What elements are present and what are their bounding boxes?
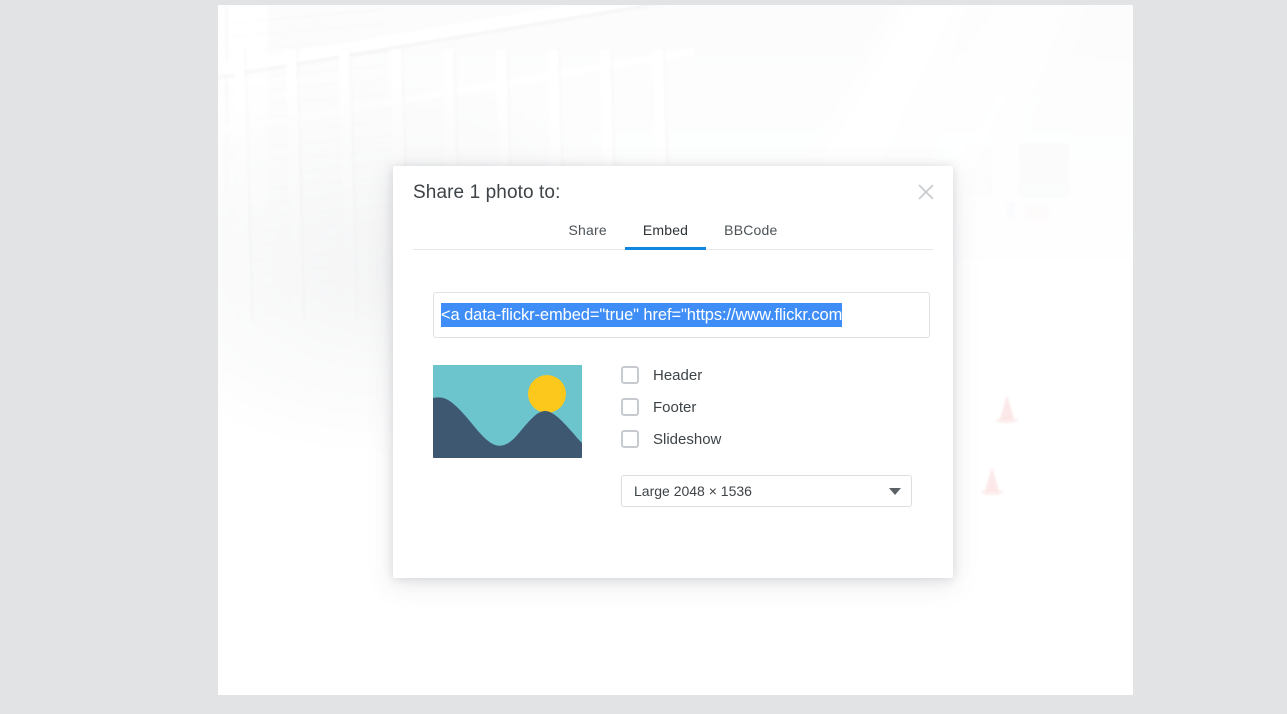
page-root: Share 1 photo to: Share Embed BBCode <a … [0, 0, 1287, 714]
footer-checkbox[interactable] [621, 398, 639, 416]
share-dialog: Share 1 photo to: Share Embed BBCode <a … [393, 166, 953, 578]
option-header[interactable]: Header [621, 365, 721, 385]
tab-bbcode[interactable]: BBCode [706, 216, 795, 250]
photo-size-select[interactable]: Large 2048 × 1536 [621, 475, 912, 507]
option-slideshow[interactable]: Slideshow [621, 429, 721, 449]
embed-code-value: <a data-flickr-embed="true" href="https:… [441, 303, 842, 327]
photo-size-value: Large 2048 × 1536 [634, 483, 752, 499]
option-label: Slideshow [653, 430, 722, 448]
embed-options-list: Header Footer Slideshow [621, 365, 721, 449]
close-icon [918, 184, 934, 200]
tab-embed[interactable]: Embed [624, 216, 707, 250]
option-footer[interactable]: Footer [621, 397, 721, 417]
tab-bar: Share Embed BBCode [413, 216, 933, 250]
header-checkbox[interactable] [621, 366, 639, 384]
option-label: Footer [653, 398, 697, 416]
tab-share[interactable]: Share [550, 216, 624, 250]
chevron-down-icon [889, 487, 901, 495]
image-placeholder-icon [433, 365, 582, 458]
option-label: Header [653, 366, 703, 384]
photo-preview-thumbnail [433, 365, 582, 458]
dialog-title: Share 1 photo to: [413, 182, 561, 203]
slideshow-checkbox[interactable] [621, 430, 639, 448]
embed-code-input[interactable]: <a data-flickr-embed="true" href="https:… [433, 292, 930, 338]
close-button[interactable] [913, 179, 939, 205]
